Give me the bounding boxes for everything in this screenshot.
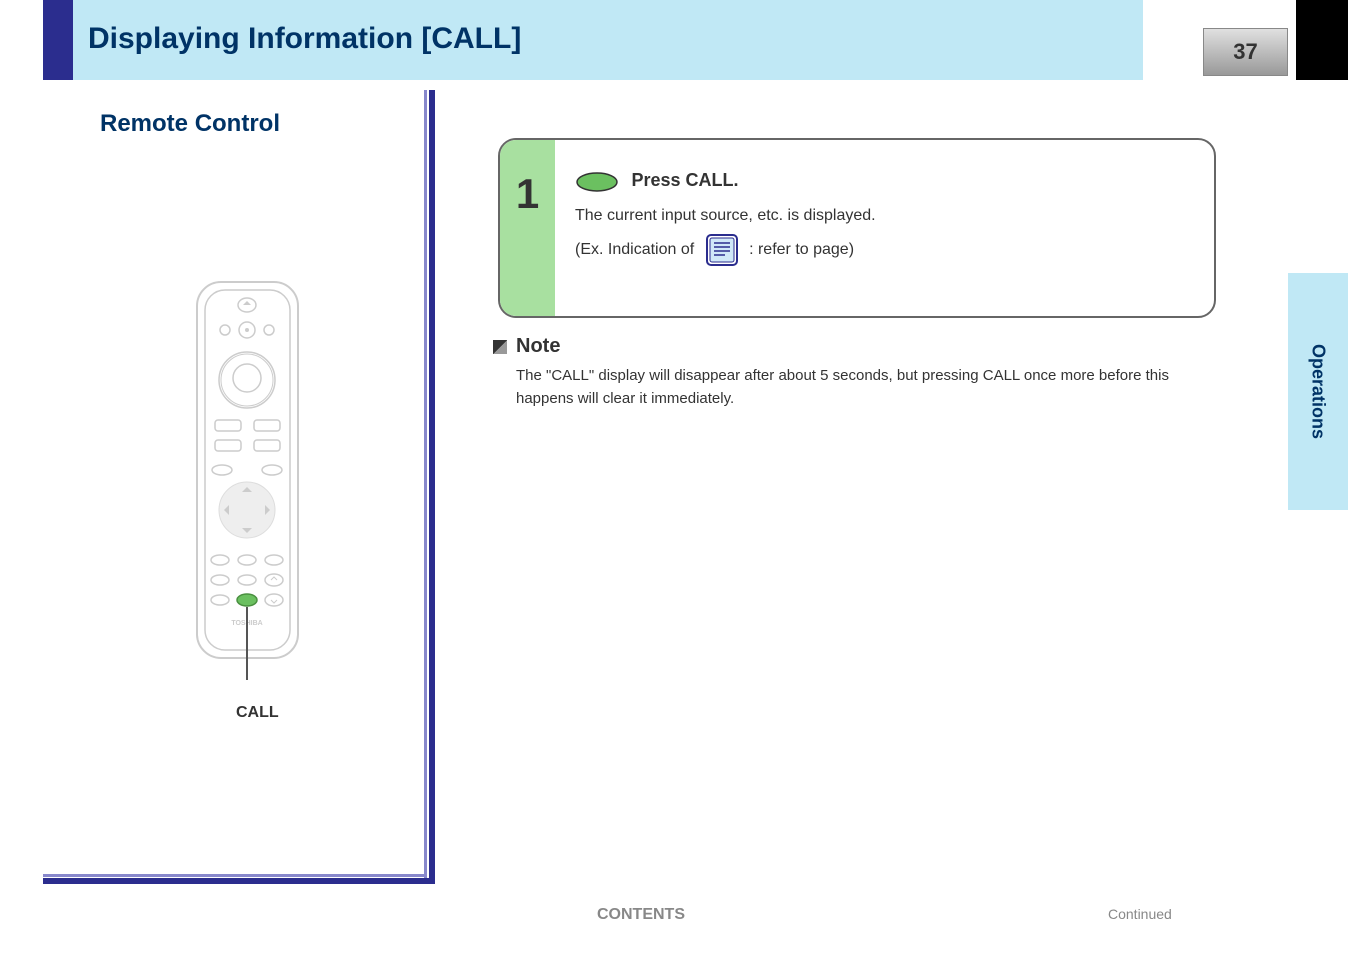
side-tab-label: Operations — [1308, 344, 1329, 439]
divider-horizontal-inner — [43, 874, 425, 877]
instruction-number-column: 1 — [500, 140, 555, 316]
note-marker-icon — [493, 340, 507, 354]
call-button-label: CALL — [236, 704, 279, 722]
document-icon — [705, 233, 739, 267]
instruction-sub: The current input source, etc. is displa… — [575, 207, 1194, 267]
side-tab-operations: Operations — [1288, 273, 1348, 510]
step-number: 1 — [516, 170, 539, 218]
page-number: 37 — [1233, 39, 1257, 65]
divider-horizontal — [43, 878, 435, 884]
divider-vertical — [429, 90, 435, 884]
instruction-ex-suffix: : refer to page) — [749, 241, 854, 258]
note-title: Note — [516, 335, 560, 358]
page-title: Displaying Information [CALL] — [88, 22, 521, 56]
page-number-box: 37 — [1203, 28, 1288, 76]
instruction-sub-line1: The current input source, etc. is displa… — [575, 207, 876, 224]
remote-title: Remote Control — [100, 110, 280, 138]
instruction-content: Press CALL. The current input source, et… — [575, 170, 1194, 267]
instruction-ex-prefix: (Ex. Indication of — [575, 241, 694, 258]
instruction-box: 1 Press CALL. The current input source, … — [498, 138, 1216, 318]
divider-vertical-inner — [424, 90, 427, 884]
remote-control-illustration: TOSHIBA — [195, 280, 300, 680]
note-text: The "CALL" display will disappear after … — [516, 365, 1216, 410]
continued-label: Continued — [1108, 906, 1172, 922]
header-accent-left — [43, 0, 73, 80]
instruction-main-text: Press CALL. — [631, 170, 738, 190]
call-button-icon — [575, 171, 619, 193]
contents-link[interactable]: CONTENTS — [597, 906, 685, 924]
black-tab-right — [1296, 0, 1348, 80]
